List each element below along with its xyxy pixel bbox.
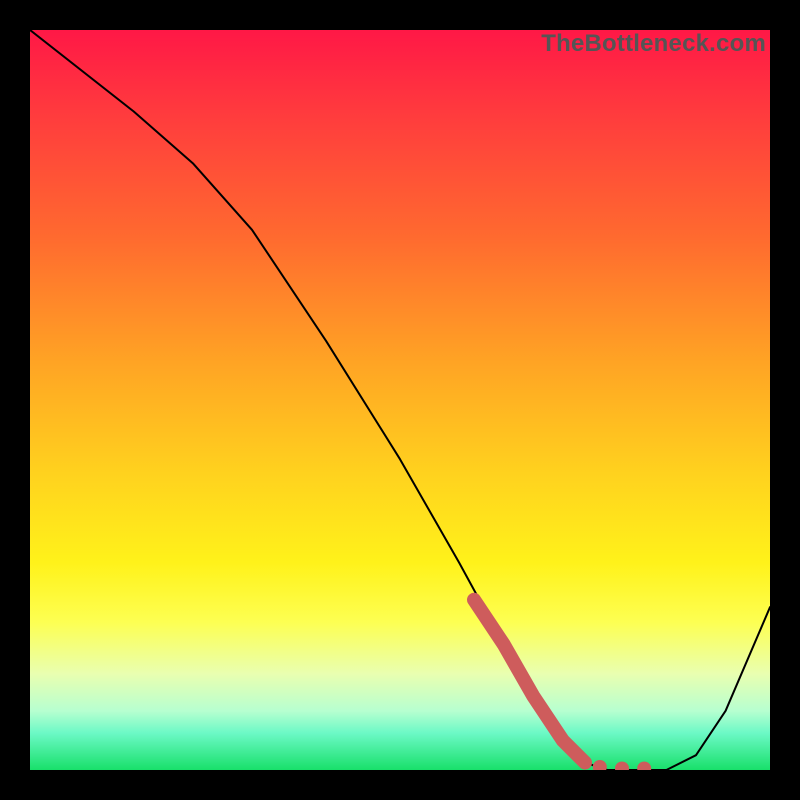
chart-gradient-background <box>30 30 770 770</box>
attribution-text: TheBottleneck.com <box>541 30 766 58</box>
chart-plot-area <box>30 30 770 770</box>
